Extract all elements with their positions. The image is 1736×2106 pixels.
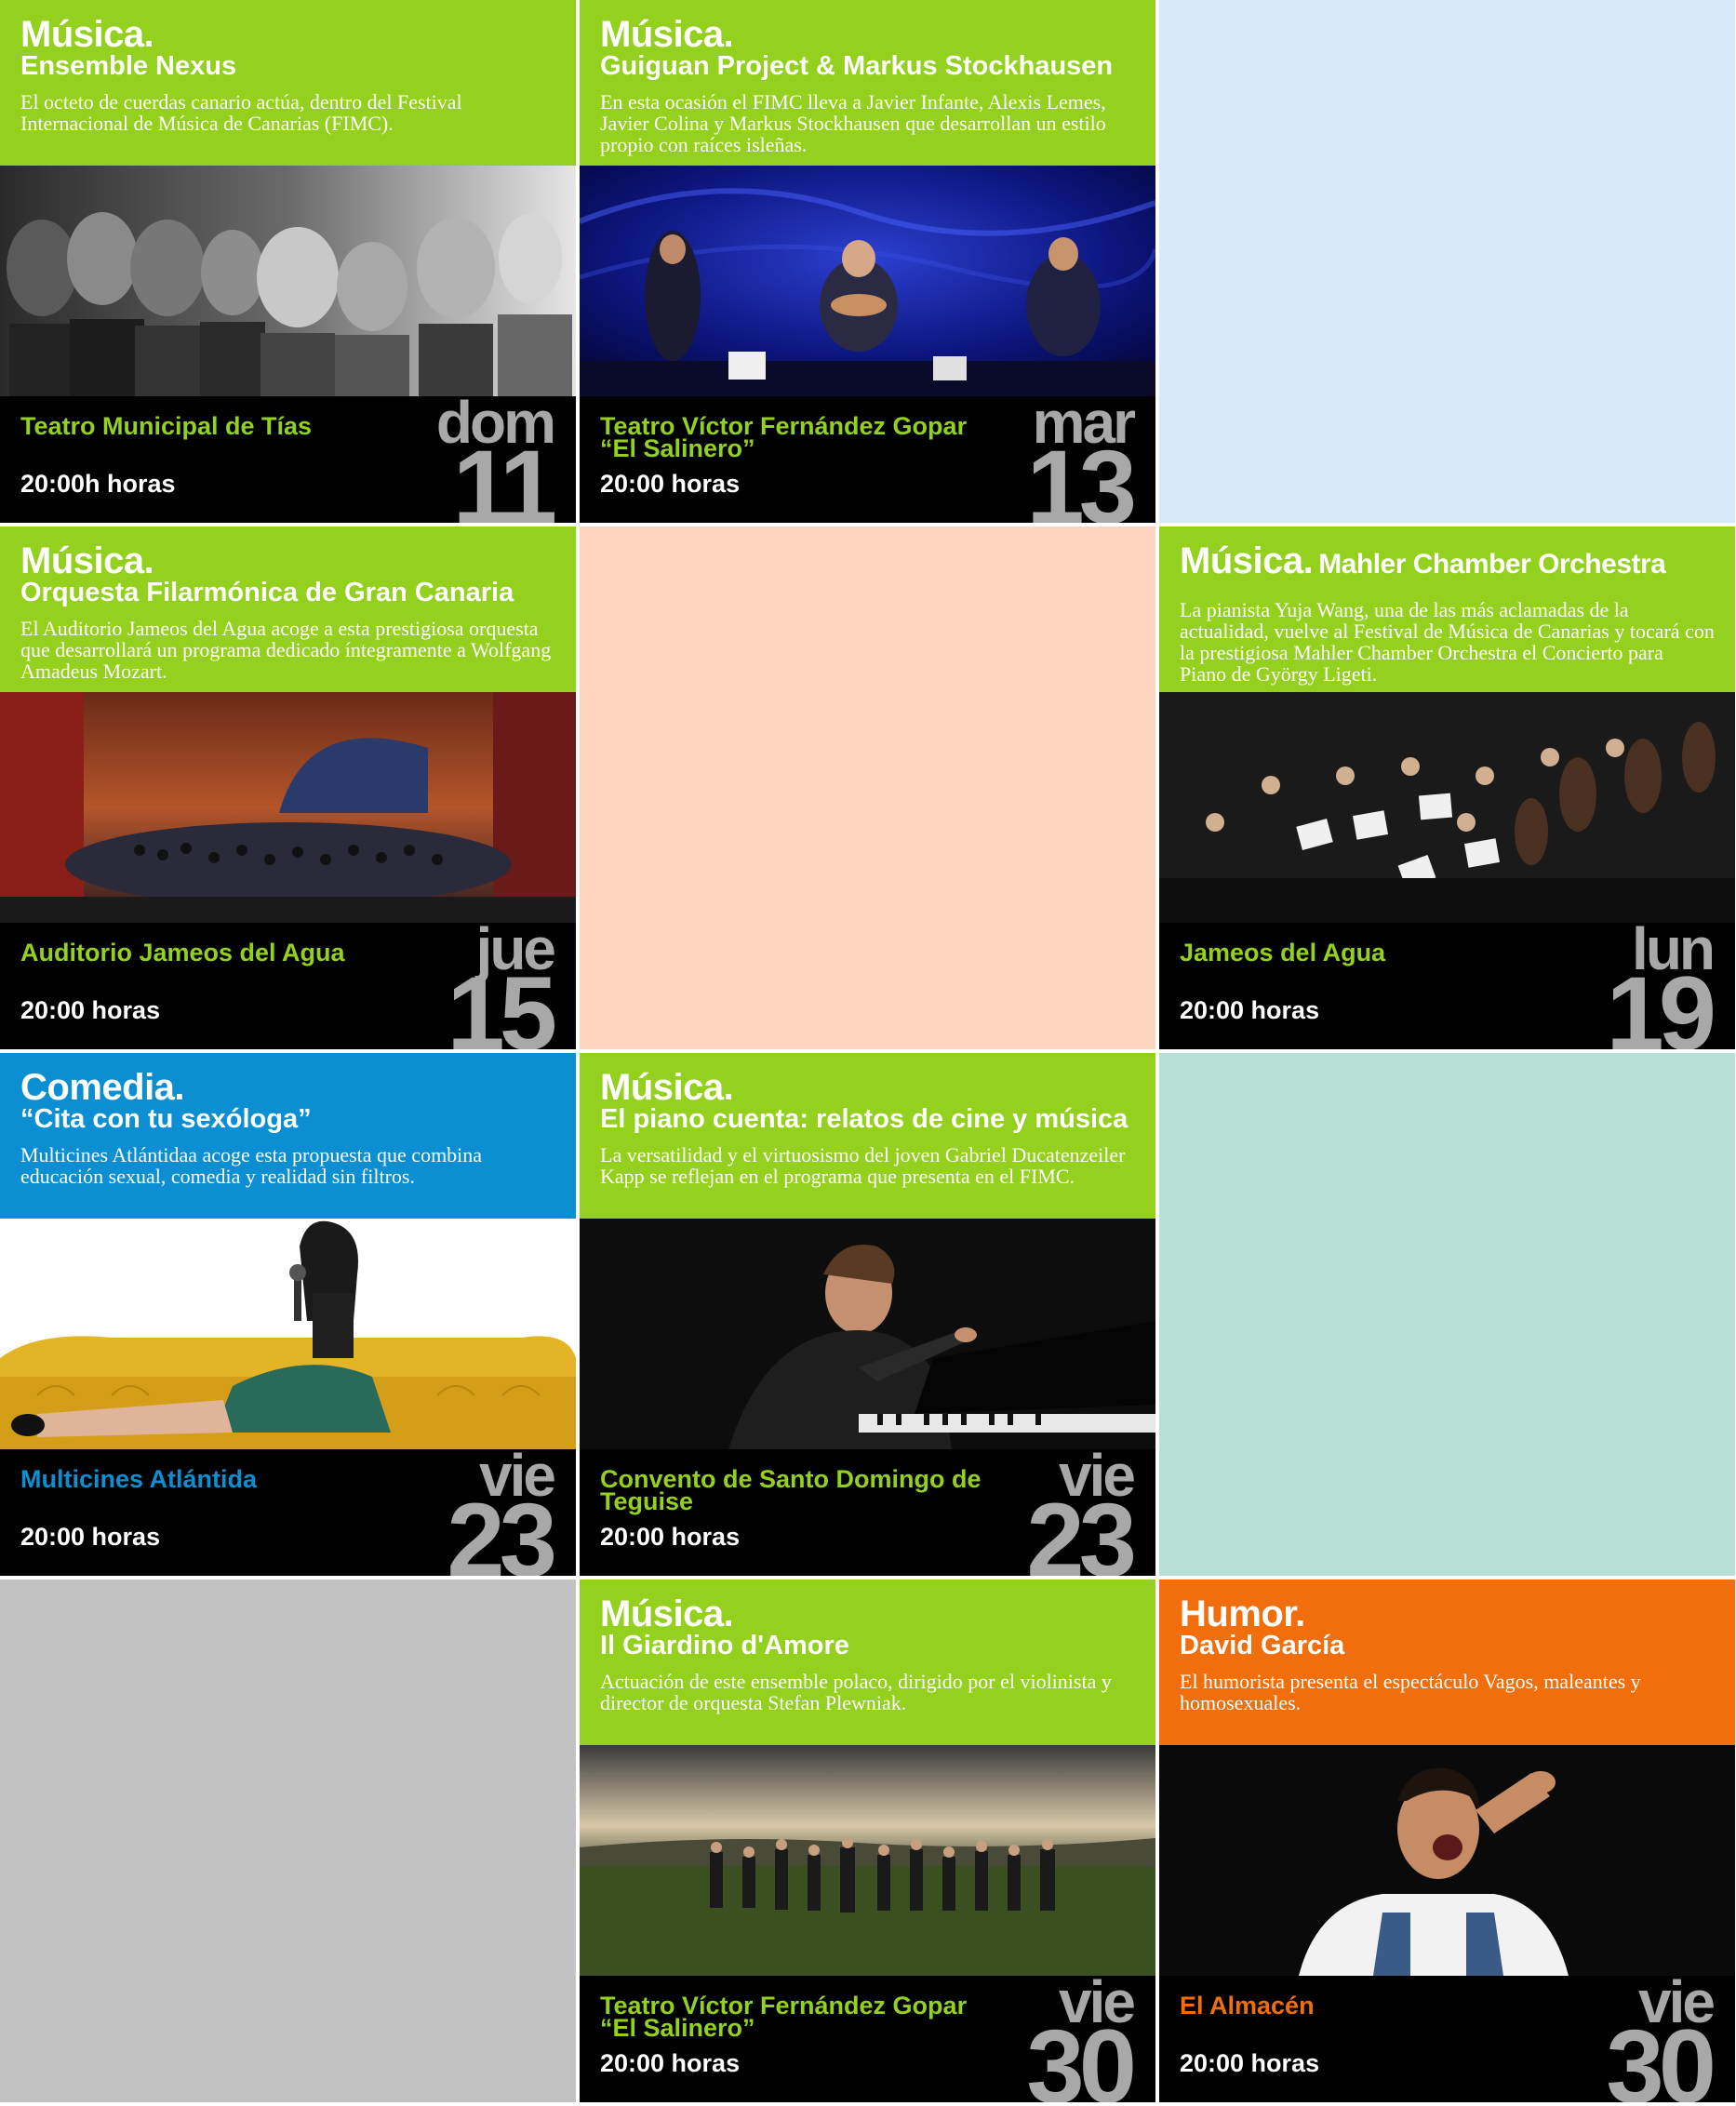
event-venue: Teatro Víctor Fernández Gopar “El Saline…: [600, 1992, 968, 2042]
event-category: Música.: [600, 1067, 734, 1108]
event-day: 30: [1026, 2008, 1137, 2103]
event-description: Multicines Atlántidaa acoge esta propues…: [20, 1143, 483, 1188]
event-venue: Auditorio Jameos del Agua: [20, 939, 345, 966]
event-venue: Teatro Víctor Fernández Gopar “El Saline…: [600, 412, 968, 462]
event-time: 20:00 horas: [600, 470, 741, 498]
event-description: El octeto de cuerdas canario actúa, dent…: [20, 90, 462, 135]
event-title: David García: [1180, 1631, 1345, 1660]
event-description: Actuación de este ensemble polaco, dirig…: [600, 1670, 1112, 1714]
event-time: 20:00 horas: [600, 2049, 741, 2077]
event-day: 19: [1606, 955, 1716, 1050]
event-footer: Teatro Víctor Fernández Gopar “El Saline…: [580, 393, 1155, 524]
event-card-orquesta-filarmonica[interactable]: Música. Orquesta Filarmónica de Gran Can…: [0, 526, 576, 1049]
event-title: Mahler Chamber Orchestra: [1318, 549, 1666, 580]
event-photo: [1159, 692, 1735, 923]
event-photo: [0, 166, 576, 396]
event-card-el-piano-cuenta[interactable]: Música. El piano cuenta: relatos de cine…: [580, 1053, 1155, 1576]
event-card-ensemble-nexus[interactable]: Música. Ensemble Nexus El octeto de cuer…: [0, 0, 576, 523]
event-time: 20:00 horas: [1180, 996, 1320, 1024]
event-day: 23: [1026, 1482, 1137, 1577]
event-header: Música. Ensemble Nexus El octeto de cuer…: [0, 0, 576, 166]
event-card-mahler-chamber-orchestra[interactable]: Música. Mahler Chamber Orchestra La piani…: [1159, 526, 1735, 1049]
empty-tile: [1159, 1053, 1735, 1576]
event-day: 11: [452, 429, 557, 524]
event-description: En esta ocasión el FIMC lleva a Javier I…: [600, 90, 1106, 156]
event-photo: [0, 1219, 576, 1449]
event-photo: [580, 1219, 1155, 1449]
event-footer: El Almacén 20:00 horas vie 30: [1159, 1972, 1735, 2103]
event-day: 15: [447, 955, 557, 1050]
event-footer: Teatro Municipal de Tías 20:00h horas do…: [0, 393, 576, 524]
event-category: Música. Mahler Chamber Orchestra: [1180, 540, 1715, 582]
event-header: Música. Orquesta Filarmónica de Gran Can…: [0, 526, 576, 692]
event-header: Música. Mahler Chamber Orchestra La piani…: [1159, 526, 1735, 692]
event-header: Música. El piano cuenta: relatos de cine…: [580, 1053, 1155, 1219]
empty-tile: [1159, 0, 1735, 523]
event-footer: Teatro Víctor Fernández Gopar “El Saline…: [580, 1972, 1155, 2103]
event-photo: [580, 166, 1155, 396]
event-description: La versatilidad y el virtuosismo del jov…: [600, 1143, 1126, 1188]
event-category-label: Música.: [1180, 540, 1314, 581]
event-card-il-giardino-damore[interactable]: Música. Il Giardino d'Amore Actuación de…: [580, 1580, 1155, 2102]
event-day: 30: [1606, 2008, 1716, 2103]
event-photo: [1159, 1745, 1735, 1976]
event-category: Humor.: [1180, 1593, 1305, 1634]
event-header: Música. Guiguan Project & Markus Stockha…: [580, 0, 1155, 166]
empty-tile: [0, 1580, 576, 2102]
event-card-cita-con-tu-sexologa[interactable]: Comedia. “Cita con tu sexóloga” Multicin…: [0, 1053, 576, 1576]
event-venue: Multicines Atlántida: [20, 1465, 258, 1493]
events-grid: Música. Ensemble Nexus El octeto de cuer…: [0, 0, 1736, 2106]
event-footer: Multicines Atlántida 20:00 horas vie 23: [0, 1446, 576, 1577]
event-time: 20:00 horas: [600, 1523, 741, 1551]
event-venue: Jameos del Agua: [1180, 939, 1386, 966]
event-footer: Jameos del Agua 20:00 horas lun 19: [1159, 919, 1735, 1050]
empty-tile: [580, 526, 1155, 1049]
event-category: Música.: [600, 14, 734, 55]
event-time: 20:00 horas: [20, 1523, 161, 1551]
event-description: El Auditorio Jameos del Agua acoge a est…: [20, 617, 552, 683]
event-day: 23: [447, 1482, 557, 1577]
event-description: La pianista Yuja Wang, una de las más ac…: [1180, 598, 1715, 686]
event-venue: Teatro Municipal de Tías: [20, 412, 313, 440]
event-title: El piano cuenta: relatos de cine y músic…: [600, 1104, 1128, 1134]
event-footer: Auditorio Jameos del Agua 20:00 horas ju…: [0, 919, 576, 1050]
event-title: Il Giardino d'Amore: [600, 1631, 849, 1660]
event-card-guiguan-project[interactable]: Música. Guiguan Project & Markus Stockha…: [580, 0, 1155, 523]
event-description: El humorista presenta el espectáculo Vag…: [1180, 1670, 1641, 1714]
event-venue: Convento de Santo Domingo de Teguise: [600, 1465, 982, 1515]
event-time: 20:00h horas: [20, 470, 176, 498]
event-header: Música. Il Giardino d'Amore Actuación de…: [580, 1580, 1155, 1745]
event-title: Orquesta Filarmónica de Gran Canaria: [20, 578, 514, 607]
event-title: Ensemble Nexus: [20, 51, 237, 81]
event-category: Música.: [20, 14, 154, 55]
event-time: 20:00 horas: [1180, 2049, 1320, 2077]
event-photo: [580, 1745, 1155, 1976]
event-title: “Cita con tu sexóloga”: [20, 1104, 312, 1134]
event-time: 20:00 horas: [20, 996, 161, 1024]
event-day: 13: [1026, 429, 1137, 524]
event-venue: El Almacén: [1180, 1992, 1315, 2019]
event-footer: Convento de Santo Domingo de Teguise 20:…: [580, 1446, 1155, 1577]
event-category: Comedia.: [20, 1067, 185, 1108]
event-category: Música.: [20, 540, 154, 581]
event-card-david-garcia[interactable]: Humor. David García El humorista present…: [1159, 1580, 1735, 2102]
event-photo: [0, 692, 576, 923]
event-header: Comedia. “Cita con tu sexóloga” Multicin…: [0, 1053, 576, 1219]
event-title: Guiguan Project & Markus Stockhausen: [600, 51, 1114, 81]
event-category: Música.: [600, 1593, 734, 1634]
event-header: Humor. David García El humorista present…: [1159, 1580, 1735, 1745]
